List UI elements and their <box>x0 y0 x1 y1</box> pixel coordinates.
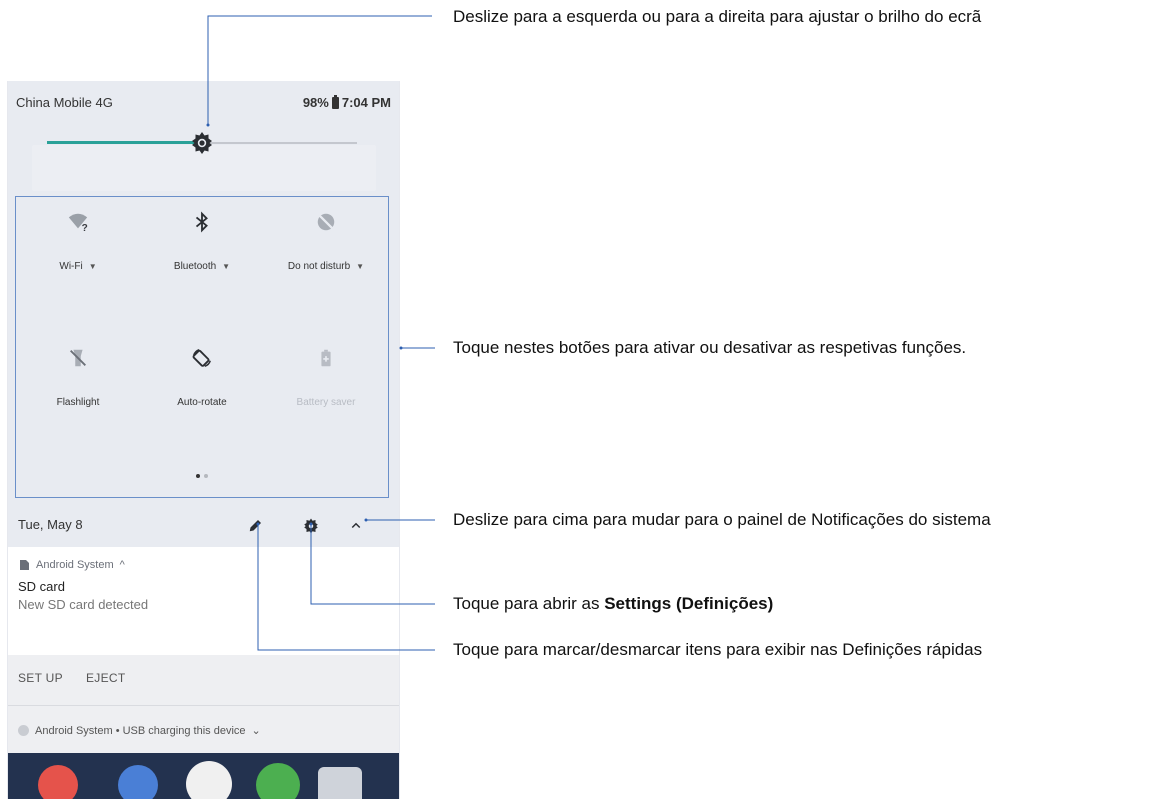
callout-settings-prefix: Toque para abrir as <box>453 594 605 613</box>
callout-collapse: Deslize para cima para mudar para o pain… <box>453 510 991 529</box>
callout-tiles: Toque nestes botões para ativar ou desat… <box>453 338 967 357</box>
callout-settings: Toque para abrir as Settings (Definições… <box>453 594 773 614</box>
callout-lines <box>206 15 435 651</box>
callout-settings-bold: Settings (Definições) <box>604 594 774 613</box>
callout-brightness: Deslize para a esquerda ou para a direit… <box>453 7 982 26</box>
callout-edit: Toque para marcar/desmarcar itens para e… <box>453 640 983 659</box>
